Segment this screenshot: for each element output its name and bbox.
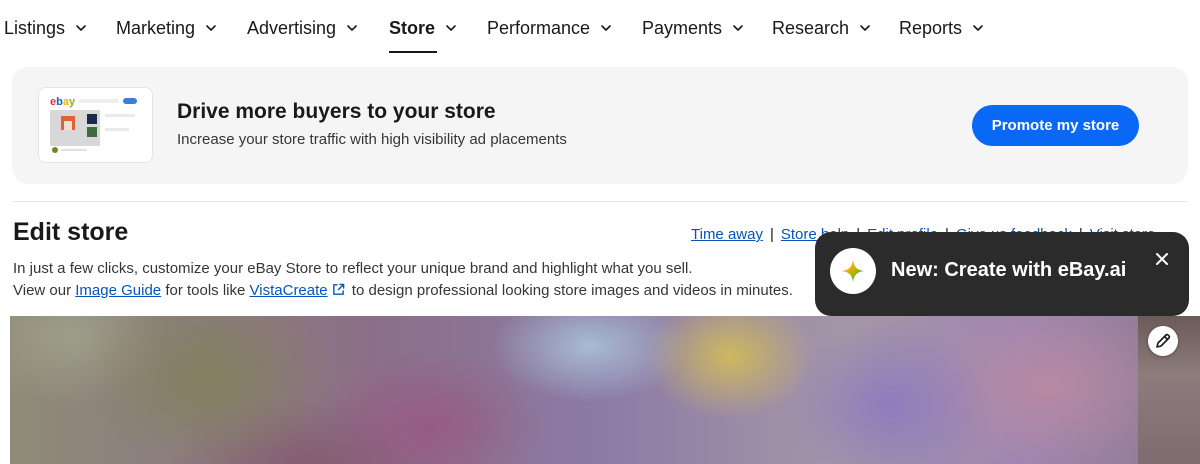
- chevron-down-icon: [347, 25, 357, 31]
- active-tab-underline: [389, 51, 438, 53]
- chevron-down-icon: [446, 25, 456, 31]
- pencil-icon: [1156, 333, 1171, 348]
- sparkle-icon: [842, 260, 864, 282]
- edit-cover-button[interactable]: [1148, 326, 1178, 356]
- promote-my-store-button[interactable]: Promote my store: [972, 105, 1139, 146]
- description-line-2: View our Image Guide for tools like Vist…: [13, 282, 793, 299]
- tooltip-close-button[interactable]: [1151, 248, 1173, 270]
- description-line-1: In just a few clicks, customize your eBa…: [13, 260, 693, 277]
- vistacreate-link[interactable]: VistaCreate: [250, 282, 328, 299]
- chevron-down-icon: [206, 25, 216, 31]
- sparkle-icon-badge: [830, 248, 876, 294]
- close-icon: [1156, 253, 1168, 265]
- nav-item-advertising[interactable]: Advertising: [247, 15, 360, 41]
- nav-item-store[interactable]: Store: [389, 15, 459, 53]
- link-separator: |: [769, 226, 774, 243]
- new-feature-tooltip: New: Create with eBay.ai: [815, 232, 1189, 316]
- time-away-link[interactable]: Time away: [691, 226, 763, 243]
- nav-item-label: Listings: [4, 17, 66, 38]
- section-divider: [12, 201, 1188, 202]
- external-link-icon: [332, 283, 344, 295]
- nav-item-payments[interactable]: Payments: [642, 15, 746, 41]
- promo-banner: ebay Drive more buyers to your store Inc…: [12, 67, 1188, 184]
- desc-text: to design professional looking store ima…: [347, 282, 793, 299]
- nav-item-listings[interactable]: Listings: [4, 15, 89, 41]
- nav-item-marketing[interactable]: Marketing: [116, 15, 219, 41]
- image-guide-link[interactable]: Image Guide: [75, 282, 161, 299]
- chevron-down-icon: [860, 25, 870, 31]
- nav-item-label: Research: [772, 17, 850, 38]
- tooltip-text: New: Create with eBay.ai: [891, 259, 1127, 281]
- promo-title: Drive more buyers to your store: [177, 100, 496, 123]
- nav-item-label: Performance: [487, 17, 591, 38]
- promo-thumbnail: ebay: [38, 87, 153, 163]
- store-cover-image[interactable]: [10, 316, 1200, 464]
- nav-item-label: Payments: [642, 17, 723, 38]
- chevron-down-icon: [973, 25, 983, 31]
- nav-item-label: Reports: [899, 17, 963, 38]
- nav-item-research[interactable]: Research: [772, 15, 873, 41]
- nav-item-performance[interactable]: Performance: [487, 15, 614, 41]
- desc-text: View our: [13, 282, 76, 299]
- store-preview-illustration: ebay: [50, 96, 137, 153]
- nav-item-reports[interactable]: Reports: [899, 15, 986, 41]
- chevron-down-icon: [601, 25, 611, 31]
- promo-subtitle: Increase your store traffic with high vi…: [177, 131, 567, 148]
- top-nav: Listings Marketing Advertising Store Per…: [0, 0, 1200, 56]
- nav-item-label: Marketing: [116, 17, 196, 38]
- chevron-down-icon: [76, 25, 86, 31]
- nav-item-label: Advertising: [247, 17, 337, 38]
- desc-text: for tools like: [161, 282, 250, 299]
- nav-item-label: Store: [389, 17, 436, 38]
- page-title: Edit store: [13, 218, 129, 246]
- ebay-logo: ebay: [50, 96, 76, 108]
- chevron-down-icon: [733, 25, 743, 31]
